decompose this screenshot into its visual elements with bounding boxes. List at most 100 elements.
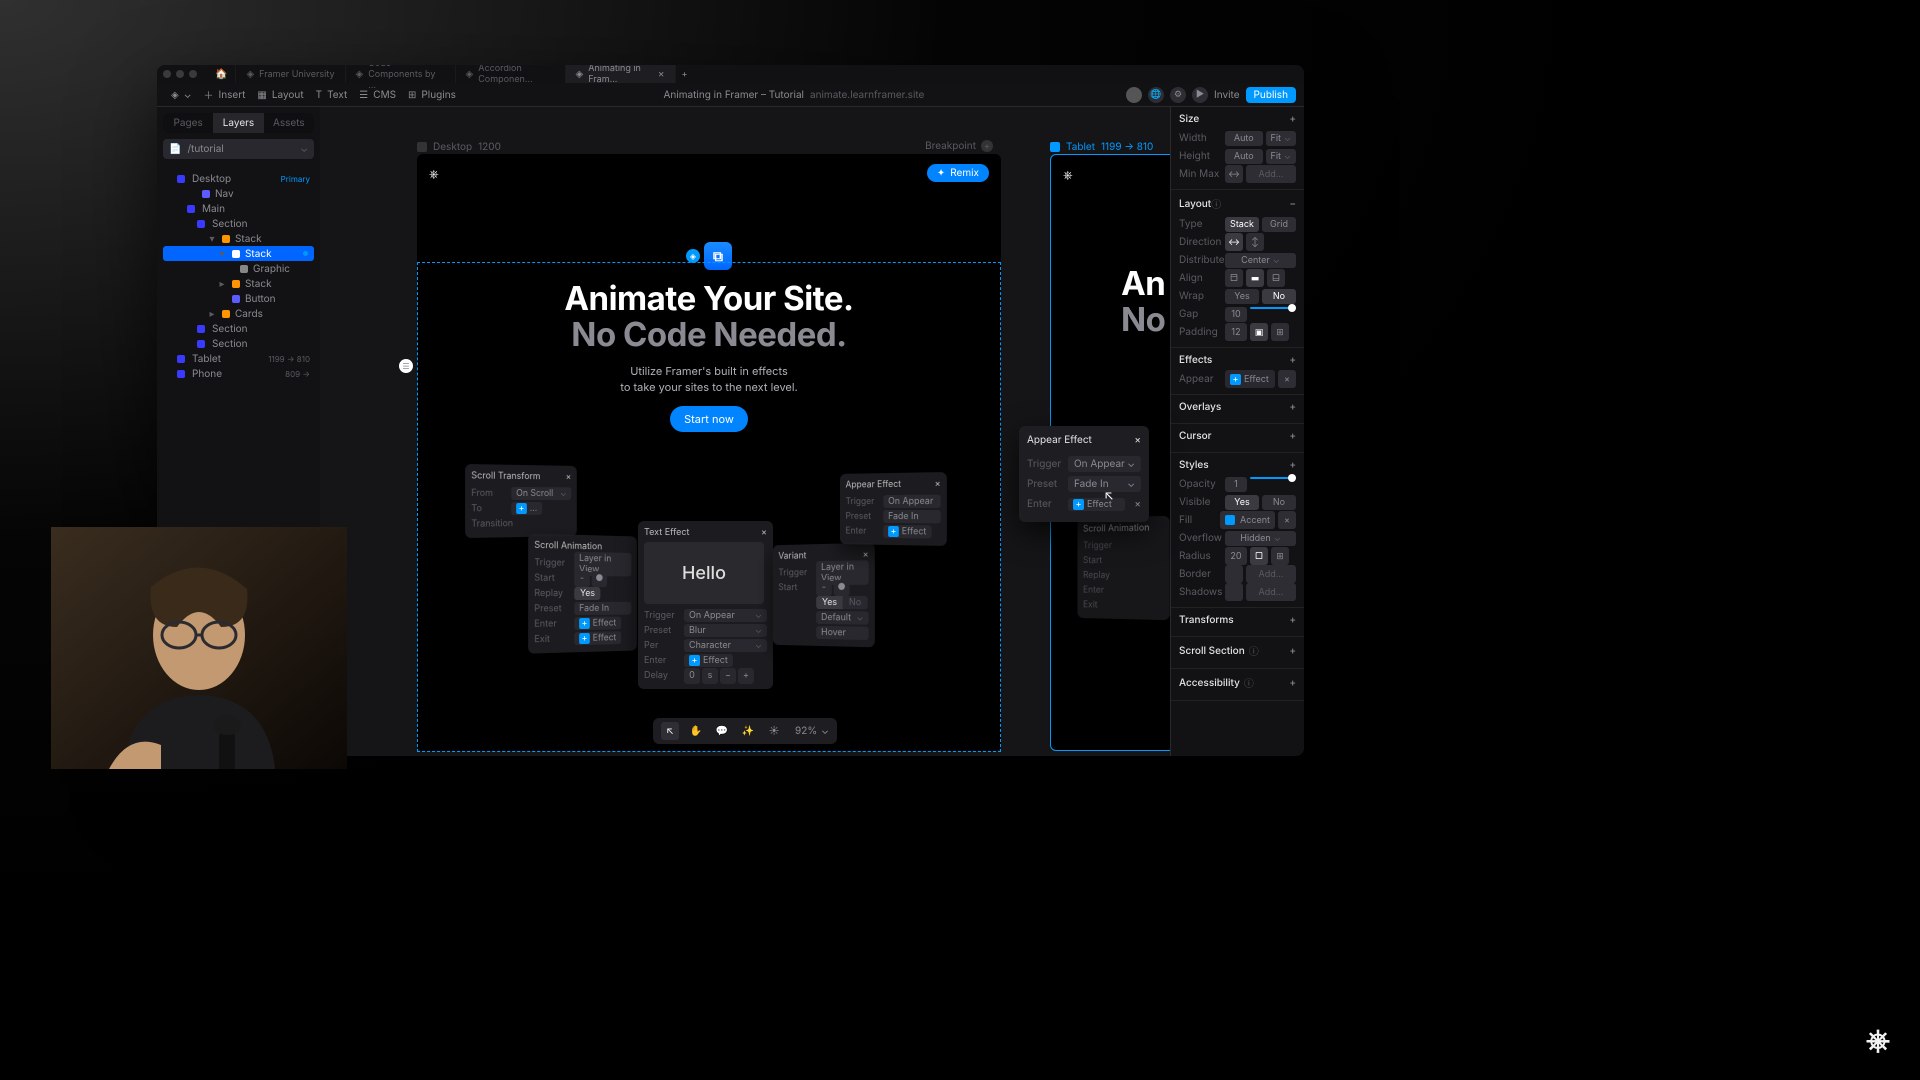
- plugins-button[interactable]: ⊞Plugins: [402, 89, 462, 101]
- distribute-dropdown[interactable]: Center: [1225, 253, 1296, 268]
- direction-horizontal-icon[interactable]: ↔: [1225, 233, 1243, 251]
- layer-desktop[interactable]: ▾DesktopPrimary: [163, 171, 314, 186]
- plus-icon[interactable]: +: [1289, 614, 1296, 626]
- trigger-dropdown[interactable]: On Appear⌄: [1068, 456, 1141, 472]
- shadows-add[interactable]: Add...: [1246, 583, 1296, 601]
- border-swatch[interactable]: [1225, 565, 1243, 583]
- layer-phone[interactable]: ▸Phone809 →: [163, 366, 314, 381]
- info-icon[interactable]: ⓘ: [1249, 643, 1259, 658]
- remove-icon[interactable]: ×: [1278, 511, 1296, 529]
- hover-dropdown[interactable]: Hover: [816, 626, 868, 640]
- padding-value[interactable]: 12: [1225, 323, 1247, 341]
- frame-header-tablet[interactable]: Tablet 1199 → 810: [1050, 140, 1170, 154]
- theme-toggle[interactable]: ☀: [765, 722, 783, 740]
- wrap-yes[interactable]: Yes: [1225, 289, 1259, 304]
- tab-framer-university[interactable]: ◈Framer University: [236, 65, 345, 83]
- yes-no-toggle[interactable]: YesNo: [816, 596, 867, 609]
- new-tab-button[interactable]: +: [676, 69, 694, 80]
- remove-icon[interactable]: ×: [1134, 498, 1141, 510]
- hand-tool[interactable]: ✋: [687, 722, 705, 740]
- height-fit-dropdown[interactable]: Fit: [1266, 149, 1296, 164]
- close-icon[interactable]: ×: [863, 549, 869, 560]
- document-title[interactable]: Animating in Framer – Tutorial animate.l…: [462, 89, 1126, 101]
- plus-icon[interactable]: +: [1289, 677, 1296, 689]
- close-icon[interactable]: ×: [658, 68, 665, 80]
- trigger-dropdown[interactable]: On Appear: [684, 609, 767, 622]
- radius-value[interactable]: 20: [1225, 547, 1247, 565]
- per-dropdown[interactable]: Character: [684, 639, 767, 652]
- exit-effect[interactable]: +Effect: [574, 631, 621, 645]
- enter-effect[interactable]: +Effect: [883, 525, 931, 539]
- preset-dropdown[interactable]: Blur: [684, 624, 767, 637]
- tab-animating[interactable]: ◈Animating in Fram...×: [566, 65, 676, 83]
- align-center-icon[interactable]: ▬: [1246, 269, 1264, 287]
- enter-effect-chip[interactable]: +Effect: [1068, 498, 1125, 511]
- opacity-value[interactable]: 1: [1225, 477, 1247, 492]
- border-add[interactable]: Add...: [1246, 565, 1296, 583]
- padding-sides-icon[interactable]: ⊞: [1271, 323, 1289, 341]
- info-icon[interactable]: ⓘ: [1244, 675, 1254, 690]
- remix-button[interactable]: ✦Remix: [927, 164, 989, 182]
- window-controls[interactable]: [163, 70, 197, 78]
- layer-main[interactable]: ▾Main: [163, 201, 314, 216]
- layer-cards[interactable]: ▸Cards: [163, 306, 314, 321]
- plus-icon[interactable]: +: [1289, 430, 1296, 442]
- visible-yes[interactable]: Yes: [1225, 495, 1259, 510]
- direction-vertical-icon[interactable]: ↕: [1246, 233, 1264, 251]
- gear-icon[interactable]: ⚙: [1170, 87, 1186, 103]
- tab-pages[interactable]: Pages: [163, 113, 213, 133]
- from-dropdown[interactable]: On Scroll: [511, 487, 571, 500]
- default-dropdown[interactable]: Default: [816, 611, 868, 625]
- preset-dropdown[interactable]: Fade In: [574, 602, 631, 615]
- cms-button[interactable]: ☰CMS: [353, 89, 402, 101]
- expand-arrow-icon[interactable]: ▸: [217, 278, 227, 290]
- layer-stack[interactable]: ▾Stack: [163, 231, 314, 246]
- tab-accordion[interactable]: ◈Accordion Componen...: [456, 65, 566, 83]
- layer-section[interactable]: ▾Section: [163, 216, 314, 231]
- gap-slider[interactable]: [1250, 307, 1296, 309]
- replay-toggle[interactable]: Yes: [574, 587, 601, 600]
- height-value[interactable]: Auto: [1225, 149, 1263, 164]
- home-tab[interactable]: 🏠: [207, 65, 236, 83]
- layer-stack[interactable]: ▾Stack: [163, 246, 314, 261]
- layer-section[interactable]: ▸Section: [163, 336, 314, 351]
- cursor-tool[interactable]: ↖: [661, 722, 679, 740]
- layout-button[interactable]: ▦Layout: [251, 89, 309, 101]
- tab-code-components[interactable]: ◈Code Components by ...: [346, 65, 456, 83]
- globe-icon[interactable]: 🌐: [1148, 87, 1164, 103]
- frame-header-desktop[interactable]: Desktop 1200 Breakpoint +: [417, 140, 1001, 154]
- play-icon[interactable]: ▶: [1192, 87, 1208, 103]
- comment-tool[interactable]: 💬: [713, 722, 731, 740]
- hero-stack[interactable]: ◈ ⧉ Animate Your Site. No Code Needed. U…: [417, 242, 1001, 432]
- minmax-add[interactable]: Add...: [1246, 165, 1296, 183]
- remove-icon[interactable]: ×: [1278, 370, 1296, 388]
- expand-arrow-icon[interactable]: ▸: [207, 308, 217, 320]
- publish-button[interactable]: Publish: [1246, 87, 1296, 103]
- opacity-slider[interactable]: [1250, 477, 1296, 479]
- appear-effect-chip[interactable]: +Effect: [1225, 370, 1275, 388]
- width-value[interactable]: Auto: [1225, 131, 1263, 146]
- visible-no[interactable]: No: [1262, 495, 1296, 510]
- overflow-dropdown[interactable]: Hidden: [1225, 531, 1296, 546]
- to-effect[interactable]: +…: [511, 502, 542, 515]
- fill-picker[interactable]: Accent: [1220, 511, 1275, 529]
- layer-tablet[interactable]: ▸Tablet1199 → 810: [163, 351, 314, 366]
- layer-stack[interactable]: ▸Stack: [163, 276, 314, 291]
- minus-icon[interactable]: −: [1289, 198, 1296, 210]
- start-stepper[interactable]: -●: [816, 579, 849, 595]
- align-end-icon[interactable]: ⬓: [1267, 269, 1285, 287]
- close-icon[interactable]: ×: [761, 527, 767, 538]
- type-grid[interactable]: Grid: [1262, 217, 1296, 232]
- zoom-level[interactable]: 92% ⌄: [795, 725, 829, 737]
- sidebar-tabs[interactable]: Pages Layers Assets: [163, 113, 314, 133]
- enter-effect[interactable]: +Effect: [574, 617, 621, 631]
- delay-stepper[interactable]: 0s−+: [684, 668, 754, 684]
- expand-arrow-icon[interactable]: ▾: [217, 248, 227, 260]
- cta-button[interactable]: Start now: [670, 406, 748, 432]
- layer-section[interactable]: ▸Section: [163, 321, 314, 336]
- insert-button[interactable]: ＋Insert: [198, 87, 252, 102]
- gap-value[interactable]: 10: [1225, 307, 1247, 322]
- plus-icon[interactable]: +: [1289, 354, 1296, 366]
- expand-arrow-icon[interactable]: ▾: [207, 233, 217, 245]
- plus-icon[interactable]: +: [1289, 459, 1296, 471]
